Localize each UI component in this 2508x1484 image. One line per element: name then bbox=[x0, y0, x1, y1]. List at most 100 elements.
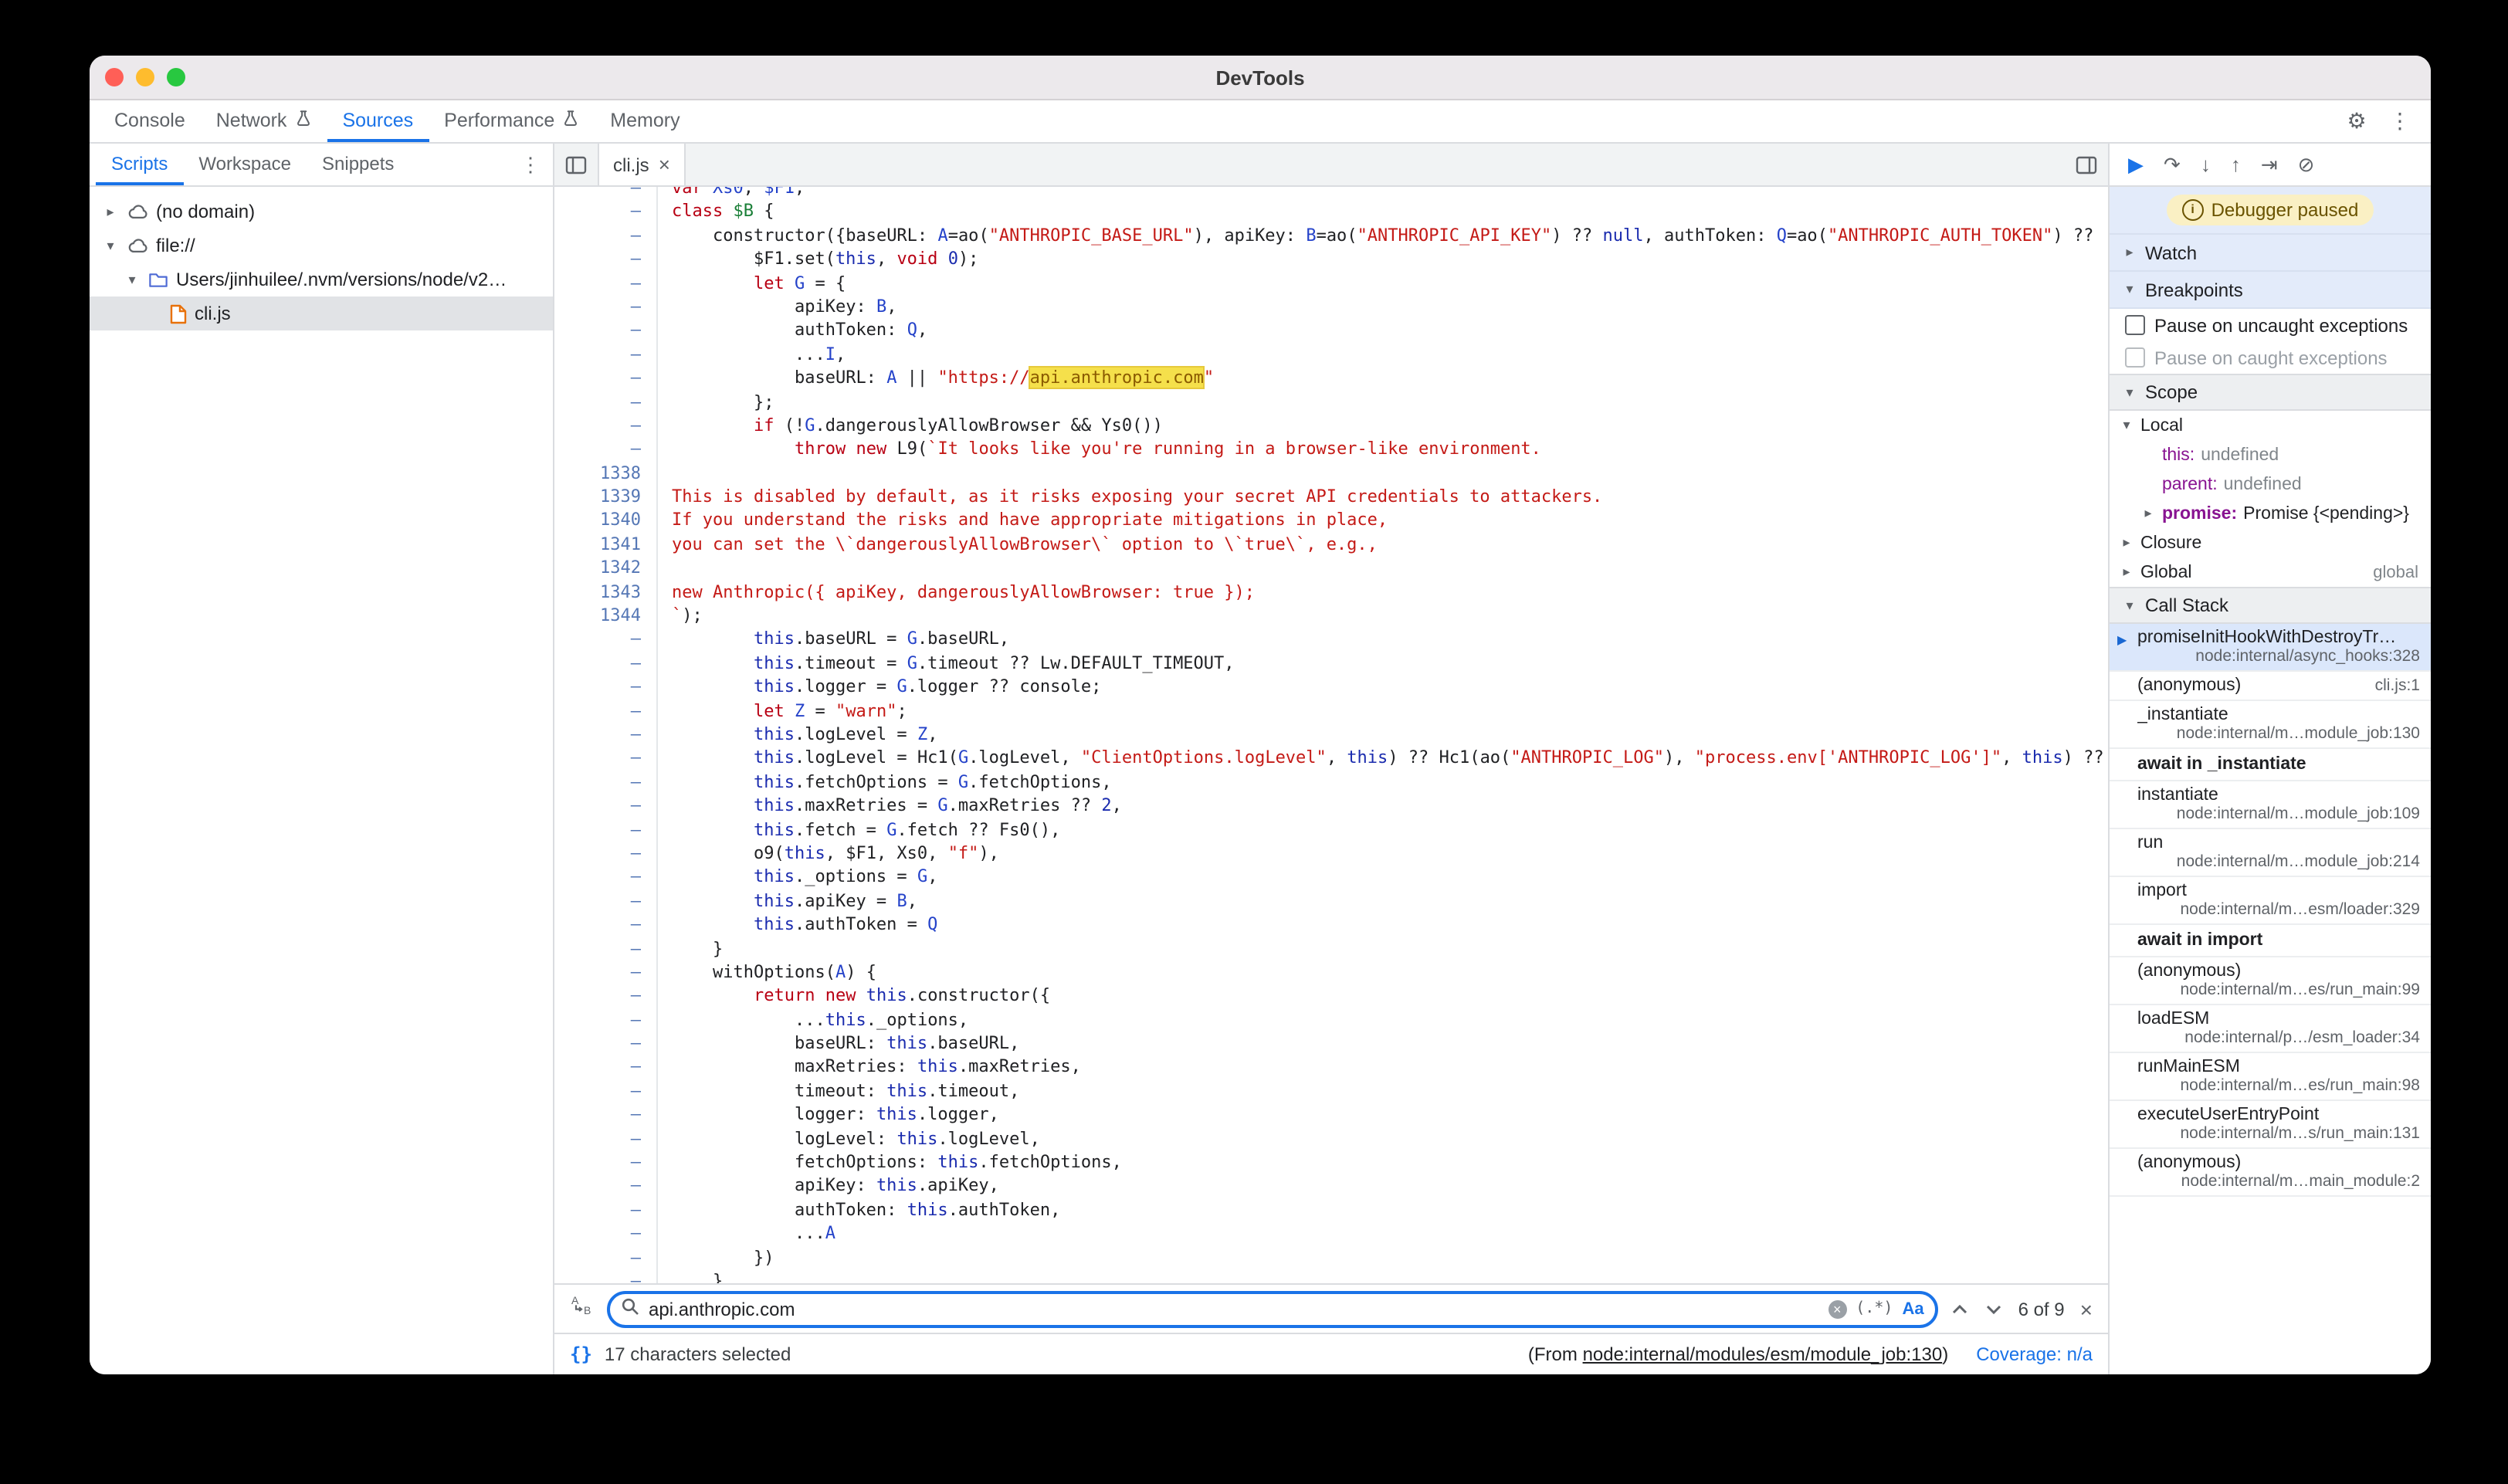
callstack-frame[interactable]: runMainESMnode:internal/m…es/run_main:98 bbox=[2110, 1053, 2431, 1101]
coverage-link[interactable]: Coverage: n/a bbox=[1976, 1343, 2093, 1365]
code-text[interactable]: this.logLevel = Z, bbox=[656, 723, 937, 747]
scope-row-local[interactable]: ▾Local bbox=[2110, 411, 2431, 440]
code-text[interactable]: }) bbox=[656, 1245, 774, 1269]
gutter-line-number[interactable]: – bbox=[554, 438, 656, 462]
gutter-line-number[interactable]: 1344 bbox=[554, 604, 656, 628]
minimize-window-button[interactable] bbox=[136, 68, 154, 86]
toggle-navigator-button[interactable] bbox=[554, 144, 598, 185]
gutter-line-number[interactable]: – bbox=[554, 224, 656, 248]
navigator-more-icon[interactable]: ⋮ bbox=[508, 144, 553, 185]
code-text[interactable]: this.logger = G.logger ?? console; bbox=[656, 675, 1101, 699]
code-text[interactable]: `); bbox=[656, 604, 703, 628]
code-text[interactable]: $F1.set(this, void 0); bbox=[656, 247, 978, 271]
step-over-icon[interactable]: ↷ bbox=[2164, 154, 2181, 174]
code-text[interactable]: timeout: this.timeout, bbox=[656, 1079, 1019, 1103]
callstack-frame[interactable]: importnode:internal/m…esm/loader:329 bbox=[2110, 877, 2431, 925]
step-into-icon[interactable]: ↓ bbox=[2201, 154, 2211, 174]
scope-row-closure[interactable]: ▸Closure bbox=[2110, 528, 2431, 557]
scope-caret-icon[interactable]: ▾ bbox=[2119, 417, 2134, 434]
tree-caret-icon[interactable]: ▾ bbox=[102, 237, 119, 254]
code-text[interactable]: baseURL: this.baseURL, bbox=[656, 1032, 1019, 1055]
gutter-line-number[interactable]: – bbox=[554, 1198, 656, 1222]
gutter-line-number[interactable]: – bbox=[554, 1079, 656, 1103]
callstack-frame[interactable]: (anonymous)node:internal/m…main_module:2 bbox=[2110, 1149, 2431, 1197]
tab-performance[interactable]: Performance bbox=[429, 100, 595, 142]
code-text[interactable]: logLevel: this.logLevel, bbox=[656, 1127, 1040, 1150]
scope-caret-icon[interactable]: ▸ bbox=[2140, 505, 2156, 522]
gutter-line-number[interactable]: – bbox=[554, 200, 656, 224]
gutter-line-number[interactable]: 1341 bbox=[554, 533, 656, 557]
code-text[interactable]: ...this._options, bbox=[656, 1008, 968, 1032]
code-text[interactable]: this.maxRetries = G.maxRetries ?? 2, bbox=[656, 794, 1122, 818]
code-text[interactable]: this.fetchOptions = G.fetchOptions, bbox=[656, 771, 1112, 795]
code-text[interactable]: } bbox=[656, 1269, 723, 1283]
gutter-line-number[interactable]: – bbox=[554, 1055, 656, 1079]
code-text[interactable]: this._options = G, bbox=[656, 866, 937, 889]
code-text[interactable]: o9(this, $F1, Xs0, "f"), bbox=[656, 842, 999, 866]
code-text[interactable]: this.apiKey = B, bbox=[656, 889, 917, 913]
close-find-icon[interactable]: × bbox=[2080, 1296, 2093, 1321]
gutter-line-number[interactable]: – bbox=[554, 723, 656, 747]
code-text[interactable]: let G = { bbox=[656, 271, 846, 295]
code-text[interactable]: authToken: Q, bbox=[656, 319, 927, 343]
code-text[interactable]: new Anthropic({ apiKey, dangerouslyAllow… bbox=[656, 580, 1255, 604]
resume-icon[interactable]: ▶ bbox=[2128, 154, 2144, 174]
gutter-line-number[interactable]: – bbox=[554, 913, 656, 937]
code-text[interactable] bbox=[656, 461, 672, 485]
gutter-line-number[interactable]: – bbox=[554, 1150, 656, 1174]
toggle-panel-button[interactable] bbox=[2065, 144, 2108, 185]
gutter-line-number[interactable]: – bbox=[554, 187, 656, 200]
scope-row-parent[interactable]: parent:undefined bbox=[2110, 469, 2431, 499]
code-text[interactable]: withOptions(A) { bbox=[656, 961, 876, 984]
callstack-frame[interactable]: _instantiatenode:internal/m…module_job:1… bbox=[2110, 701, 2431, 749]
gutter-line-number[interactable]: 1339 bbox=[554, 485, 656, 509]
match-case-toggle-icon[interactable]: Aa bbox=[1902, 1299, 1923, 1318]
code-text[interactable]: apiKey: B, bbox=[656, 295, 896, 319]
code-text[interactable]: if (!G.dangerouslyAllowBrowser && Ys0()) bbox=[656, 414, 1163, 438]
search-input[interactable]: api.anthropic.com × (.*) Aa bbox=[607, 1290, 1938, 1327]
sidebar-tab-workspace[interactable]: Workspace bbox=[183, 144, 307, 185]
caret-down-icon[interactable]: ▾ bbox=[2122, 597, 2137, 614]
gutter-line-number[interactable]: – bbox=[554, 366, 656, 390]
scope-row-promise[interactable]: ▸promise:Promise {<pending>} bbox=[2110, 499, 2431, 528]
gutter-line-number[interactable]: 1343 bbox=[554, 580, 656, 604]
code-text[interactable] bbox=[656, 557, 672, 581]
tab-network[interactable]: Network bbox=[201, 100, 327, 142]
tab-memory[interactable]: Memory bbox=[595, 100, 695, 142]
callstack-frame[interactable]: ▶promiseInitHookWithDestroyTr…node:inter… bbox=[2110, 624, 2431, 672]
breakpoint-item[interactable]: Pause on caught exceptions bbox=[2110, 341, 2431, 374]
code-text[interactable]: fetchOptions: this.fetchOptions, bbox=[656, 1150, 1122, 1174]
step-out-icon[interactable]: ↑ bbox=[2231, 154, 2241, 174]
gutter-line-number[interactable]: – bbox=[554, 342, 656, 366]
checkbox[interactable] bbox=[2125, 347, 2145, 368]
pretty-print-icon[interactable]: {} bbox=[570, 1343, 592, 1365]
scope-caret-icon[interactable]: ▸ bbox=[2119, 534, 2134, 551]
code-text[interactable]: this.fetch = G.fetch ?? Fs0(), bbox=[656, 818, 1060, 842]
gutter-line-number[interactable]: – bbox=[554, 699, 656, 723]
gutter-line-number[interactable]: – bbox=[554, 414, 656, 438]
breakpoints-section-header[interactable]: ▾ Breakpoints bbox=[2110, 272, 2431, 309]
tree-item--no-domain-[interactable]: ▸(no domain) bbox=[90, 195, 553, 229]
gutter-line-number[interactable]: – bbox=[554, 247, 656, 271]
code-editor[interactable]: –var Xs0, $F1,–class $B {– constructor({… bbox=[554, 187, 2108, 1283]
replace-toggle-icon[interactable]: AB bbox=[570, 1294, 595, 1323]
gutter-line-number[interactable]: – bbox=[554, 1127, 656, 1150]
gutter-line-number[interactable]: 1342 bbox=[554, 557, 656, 581]
tree-caret-icon[interactable]: ▾ bbox=[124, 271, 141, 288]
code-text[interactable]: constructor({baseURL: A=ao("ANTHROPIC_BA… bbox=[656, 224, 2093, 248]
tab-sources[interactable]: Sources bbox=[327, 100, 429, 142]
checkbox[interactable] bbox=[2125, 315, 2145, 335]
callstack-frame[interactable]: executeUserEntryPointnode:internal/m…s/r… bbox=[2110, 1101, 2431, 1149]
gutter-line-number[interactable]: – bbox=[554, 1174, 656, 1198]
gutter-line-number[interactable]: – bbox=[554, 937, 656, 961]
code-text[interactable]: let Z = "warn"; bbox=[656, 699, 907, 723]
gutter-line-number[interactable]: – bbox=[554, 961, 656, 984]
gutter-line-number[interactable]: – bbox=[554, 747, 656, 771]
callstack-section-header[interactable]: ▾ Call Stack bbox=[2110, 587, 2431, 624]
code-text[interactable]: maxRetries: this.maxRetries, bbox=[656, 1055, 1081, 1079]
code-text[interactable]: return new this.constructor({ bbox=[656, 984, 1050, 1008]
code-text[interactable]: this.logLevel = Hc1(G.logLevel, "ClientO… bbox=[656, 747, 2104, 771]
code-text[interactable]: this.baseURL = G.baseURL, bbox=[656, 628, 1009, 652]
sidebar-tab-scripts[interactable]: Scripts bbox=[96, 144, 183, 185]
code-text[interactable]: this.timeout = G.timeout ?? Lw.DEFAULT_T… bbox=[656, 652, 1235, 676]
